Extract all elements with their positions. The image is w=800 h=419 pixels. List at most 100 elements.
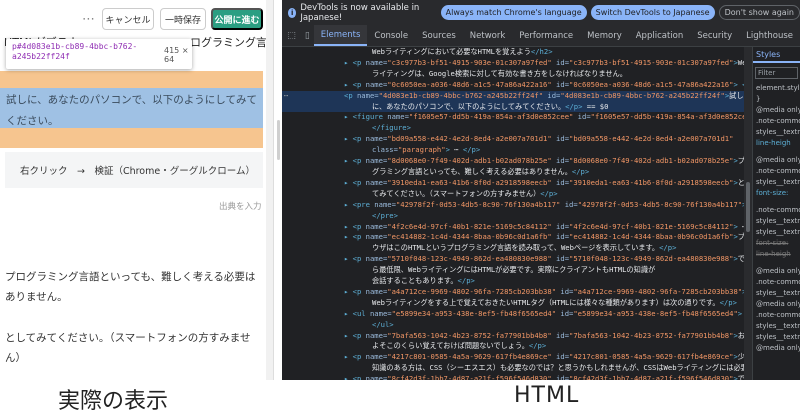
dom-line-menu-icon[interactable]: ⋯ [284, 91, 288, 102]
style-rule-line: .note-common [756, 278, 800, 286]
dom-line[interactable]: ▸ <p name="8d0068e0-7f49-402d-adb1-b02ad… [282, 156, 744, 167]
tab-sources[interactable]: Sources [415, 25, 463, 46]
tab-network[interactable]: Network [463, 25, 513, 46]
device-toolbar-icon[interactable]: ▯ [301, 25, 314, 46]
styles-filter-input[interactable]: Filter [755, 67, 798, 79]
dom-token: ⋯ [449, 145, 463, 155]
dom-line[interactable]: 会話することもあります。</p> [282, 276, 744, 287]
dom-token: name= [365, 57, 388, 67]
tab-security[interactable]: Security [690, 25, 739, 46]
tab-lighthouse[interactable]: Lighthouse [739, 25, 800, 46]
dom-token: ライティングは、Google検索に対して有効な書き方をしなければなりません。 [372, 68, 627, 78]
preview-scrollbar[interactable] [266, 0, 273, 380]
dom-line[interactable]: ▸ <p name= "0c6050ea-a036-48d6-a1c5-47a86… [282, 80, 744, 91]
tab-styles[interactable]: Styles [753, 47, 800, 63]
dom-token: "5710f048-123c-4949-862d-ea480830e988" [387, 254, 552, 264]
style-rule-line: styles__textn [756, 178, 800, 186]
dom-line[interactable]: ▸ <p name="c3c977b3-bf51-4915-903e-01c30… [282, 58, 744, 69]
styles-pane: Styles Filter element.style} @media only … [752, 47, 800, 380]
cancel-button[interactable]: キャンセル [102, 8, 154, 30]
dom-line[interactable]: ▸ <pre name="42978f2f-0d53-4db5-8c90-76f… [282, 200, 744, 211]
dom-token: "paragraph" [397, 145, 446, 155]
dom-token: ▸ <p [344, 79, 366, 89]
tab-elements[interactable]: Elements [313, 25, 368, 46]
style-rules: element.style} @media only s .note-common s… [753, 83, 800, 354]
dom-token: id= [551, 134, 570, 144]
style-rule-line: @media only s [756, 156, 800, 164]
dom-line[interactable]: ▸ <p name="ec414882-1c4d-4344-8baa-0b96c… [282, 232, 744, 243]
save-draft-button[interactable]: 一時保存 [160, 8, 206, 30]
style-rule-line: .note-common [756, 117, 800, 125]
dom-line[interactable]: ▸ <p name="4217c801-0585-4a5a-9629-617fb… [282, 352, 744, 363]
dom-line[interactable]: ウザはこのHTMLというプログラミング言語を読み取って、Webページを表示してい… [282, 243, 744, 254]
publish-button[interactable]: 公開に進む [211, 8, 263, 30]
inspect-element-icon[interactable]: ⬚ [285, 25, 298, 46]
tab-memory[interactable]: Memory [580, 25, 629, 46]
dom-token: name= [365, 286, 388, 296]
dom-line[interactable]: よそこのくらい覚えておけば問題ないでしょう。</p> [282, 341, 744, 352]
dom-token: "0c6050ea-a036-48d6-a1c5-47a86a422a16" [569, 79, 734, 89]
dom-token: "ec414882-1c4d-4344-8baa-0b96c0d1a6fb" [387, 232, 552, 242]
dom-line-selected[interactable]: ⋯ <p name="4d083e1b-cb89-4bbc-b762-a245b2… [282, 90, 744, 102]
element-inspect-tooltip: p#4d083e1b-cb89-4bbc-b762-a245b22ff24f 4… [6, 39, 192, 69]
dom-line[interactable]: 知識のある方は、CSS（シーエスエス）も必要なのでは？と思うかもしれませんが、C… [282, 363, 744, 374]
dom-line[interactable]: ▸ <p name="5710f048-123c-4949-862d-ea480… [282, 254, 744, 265]
dom-line[interactable]: ら最低限、WebライティングにはHTMLが必要です。実際にクライアントもHTML… [282, 265, 744, 276]
more-menu-icon[interactable]: ⋯ [82, 8, 96, 30]
dom-line[interactable]: ▸ <figure name="f1605e57-dd5b-419a-854a-… [282, 112, 744, 123]
dom-token: class= [372, 145, 398, 155]
dom-line[interactable]: </figure> [282, 123, 744, 134]
tab-application[interactable]: Application [629, 25, 691, 46]
dom-line[interactable]: ▸ <p name="bd09a558-e442-4e2d-8ed4-a2e00… [282, 134, 744, 145]
dom-token: name= [356, 90, 379, 100]
dom-token: "f1605e57-dd5b-419a-854a-af3d0e852cee" [408, 112, 574, 122]
dom-line-selected[interactable]: に、あなたのパソコンで、以下のようにしてみてください。</p> == $0 [282, 101, 744, 113]
dom-line[interactable]: ▸ <p name="3910eda1-ea63-41b6-8f0d-a2918… [282, 178, 744, 189]
dom-token: </pre> [372, 210, 398, 220]
tab-performance[interactable]: Performance [512, 25, 580, 46]
dom-line[interactable]: </pre> [282, 211, 744, 222]
dom-token: "c3c977b3-bf51-4915-903e-01c307a97fed" [569, 57, 734, 67]
split-handle[interactable] [277, 120, 280, 160]
style-rule-line: styles__textn [756, 322, 800, 330]
dom-line[interactable]: ライティングは、Google検索に対して有効な書き方をしなければなりません。 [282, 69, 744, 80]
dom-token: "7bafa563-1042-4b23-8752-fa77901bb4b8" [569, 330, 734, 340]
dom-token: "f1605e57-dd5b-419a-854a-af3d0e852cee" [590, 112, 744, 122]
dom-token: ▸ <p [344, 134, 366, 144]
dom-token: name= [365, 79, 388, 89]
dom-token: </p> [659, 243, 677, 253]
caption-placeholder[interactable]: 出典を入力 [219, 200, 262, 212]
dont-show-again-button[interactable]: Don't show again [718, 5, 800, 20]
tab-console[interactable]: Console [367, 25, 415, 46]
dom-line[interactable]: Webライティングにおいて必要なHTMLを覚えよう</h2> [282, 47, 744, 58]
match-language-button[interactable]: Always match Chrome's language [440, 5, 587, 20]
style-rule-line: styles__textn [756, 217, 800, 225]
info-icon: i [288, 7, 297, 18]
dom-scroll-thumb[interactable] [746, 182, 750, 232]
dom-token: </figure> [372, 123, 411, 133]
dom-line[interactable]: </ul> [282, 320, 744, 331]
dom-line[interactable]: ▸ <p name="4f2c6e4d-97cf-40b1-821e-5169c… [282, 222, 744, 233]
dom-line[interactable]: てみてください。（スマートフォンの方すみません）</p> [282, 189, 744, 200]
dom-line[interactable]: Webライティングをする上で覚えておきたいHTMLタグ（HTMLには様々な種類が… [282, 298, 744, 309]
switch-japanese-button[interactable]: Switch DevTools to Japanese [590, 5, 715, 20]
dom-token: <p [344, 90, 357, 100]
dom-tree: Webライティングにおいて必要なHTMLを覚えよう</h2> ▸ <p name=… [282, 47, 744, 380]
dom-token: name= [369, 308, 392, 318]
dom-token: id= [560, 199, 578, 209]
dom-token: </h2> [530, 47, 553, 56]
dom-line[interactable]: グラミング言語といっても、難しく考える必要はありません。</p> [282, 167, 744, 178]
dom-token: "c3c977b3-bf51-4915-903e-01c307a97fed" [387, 57, 552, 67]
dom-token: name= [365, 254, 388, 264]
dom-line[interactable]: ▸ <p name="a4a712ce-9969-4802-96fa-7285c… [282, 287, 744, 298]
dom-token: ▸ <p [344, 330, 366, 340]
dom-line[interactable]: ▸ <ul name="e5899e34-a953-438e-8ef5-fb48… [282, 309, 744, 320]
dom-scrollbar[interactable] [744, 47, 752, 380]
dom-token: よそこのくらい覚えておけば問題ないでしょう。 [372, 341, 529, 351]
dom-line[interactable]: ▸ <p name="7bafa563-1042-4b23-8752-fa779… [282, 331, 744, 342]
editor-preview: ⋯ キャンセル 一時保存 公開に進む HTMLがブラウ ログラミング言 試しに、… [0, 0, 274, 380]
dom-token: name= [365, 352, 388, 362]
dom-token: "ec414882-1c4d-4344-8baa-0b96c0d1a6fb" [569, 232, 734, 242]
language-notice-bar: i DevTools is now available in Japanese!… [282, 0, 800, 25]
dom-line[interactable]: class="paragraph"> ⋯ </p> [282, 145, 744, 156]
